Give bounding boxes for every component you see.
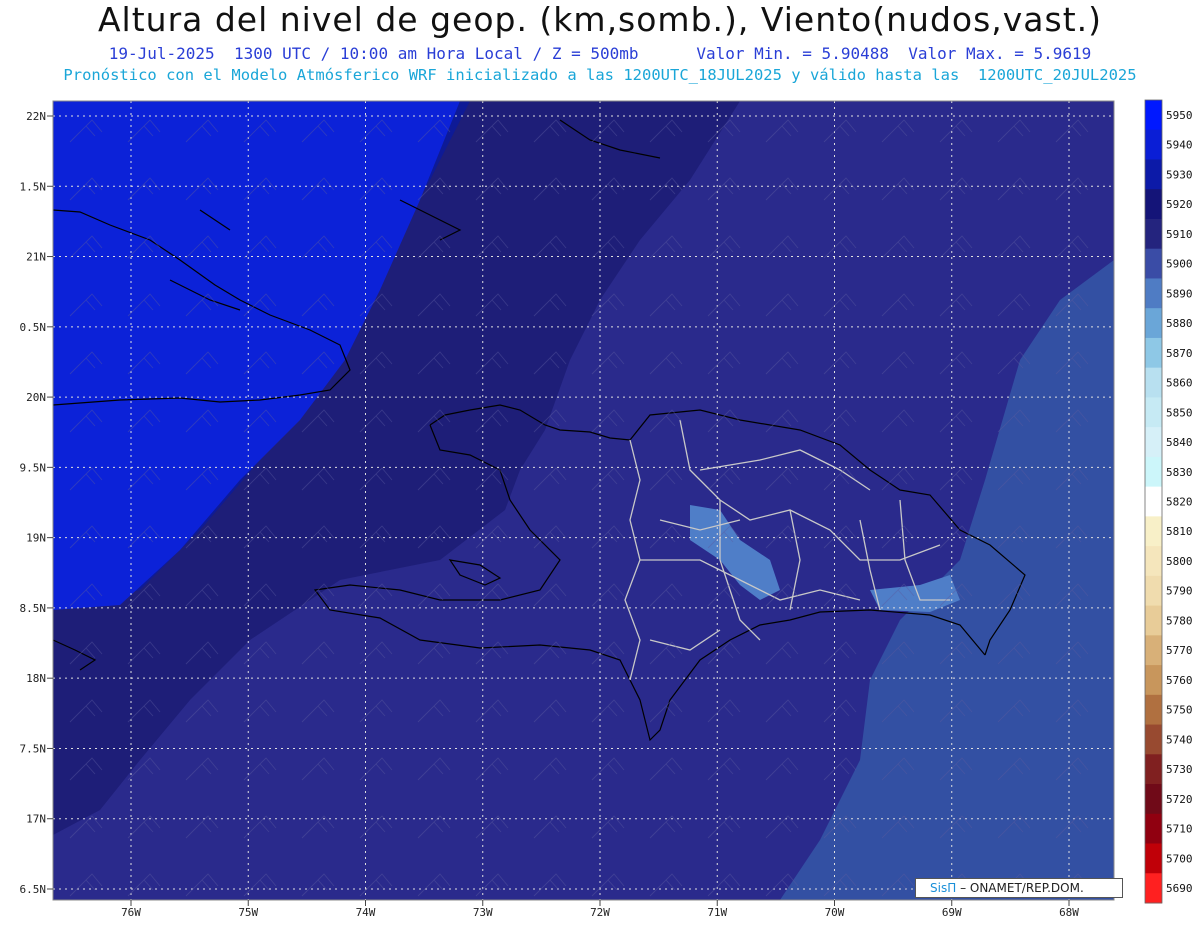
colorbar-label: 5740 bbox=[1166, 733, 1193, 746]
colorbar-swatch bbox=[1145, 784, 1162, 815]
lat-label: 1.5N bbox=[20, 180, 47, 193]
colorbar-swatch bbox=[1145, 427, 1162, 458]
colorbar-label: 5770 bbox=[1166, 644, 1193, 657]
colorbar-swatch bbox=[1145, 278, 1162, 309]
lon-label: 72W bbox=[590, 906, 610, 919]
colorbar-swatch bbox=[1145, 724, 1162, 755]
colorbar-swatch bbox=[1145, 308, 1162, 339]
colorbar-label: 5900 bbox=[1166, 258, 1193, 271]
lon-label: 73W bbox=[473, 906, 493, 919]
lat-label: 0.5N bbox=[20, 321, 47, 334]
colorbar-label: 5710 bbox=[1166, 823, 1193, 836]
geopotential-fill bbox=[53, 101, 1114, 900]
colorbar-swatch bbox=[1145, 189, 1162, 220]
credit-brand: SisΠ bbox=[930, 881, 957, 895]
colorbar-swatch bbox=[1145, 754, 1162, 785]
colorbar-label: 5940 bbox=[1166, 139, 1193, 152]
credit-box: SisΠ – ONAMET/REP.DOM. bbox=[915, 878, 1123, 898]
colorbar-swatch bbox=[1145, 218, 1162, 250]
colorbar-swatch bbox=[1145, 159, 1162, 190]
colorbar-label: 5700 bbox=[1166, 852, 1193, 865]
lon-label: 69W bbox=[942, 906, 962, 919]
colorbar-swatch bbox=[1145, 337, 1162, 369]
colorbar-label: 5850 bbox=[1166, 406, 1193, 419]
lon-label: 71W bbox=[707, 906, 727, 919]
lat-label: 7.5N bbox=[20, 742, 47, 755]
colorbar-swatch bbox=[1145, 843, 1162, 874]
lat-label: 19N bbox=[26, 532, 46, 545]
lat-label: 9.5N bbox=[20, 461, 47, 474]
colorbar-swatch bbox=[1145, 486, 1162, 517]
colorbar-label: 5760 bbox=[1166, 674, 1193, 687]
colorbar-swatch bbox=[1145, 813, 1162, 845]
colorbar-swatch bbox=[1145, 605, 1162, 636]
colorbar-label: 5820 bbox=[1166, 496, 1193, 509]
colorbar: 5950 5940 5930 5920 5910 5900 5890 5880 5870 5860… bbox=[1144, 99, 1193, 904]
lon-axis: 76W 75W 74W 73W 72W 71W 70W 69W 68W bbox=[121, 900, 1079, 919]
colorbar-swatch bbox=[1145, 694, 1162, 726]
colorbar-swatch bbox=[1145, 367, 1162, 398]
lat-label: 6.5N bbox=[20, 883, 47, 896]
colorbar-label: 5790 bbox=[1166, 585, 1193, 598]
colorbar-label: 5910 bbox=[1166, 228, 1193, 241]
colorbar-swatch bbox=[1145, 516, 1162, 547]
colorbar-label: 5780 bbox=[1166, 614, 1193, 627]
lon-label: 75W bbox=[238, 906, 258, 919]
colorbar-label: 5750 bbox=[1166, 704, 1193, 717]
colorbar-swatch bbox=[1145, 456, 1162, 488]
colorbar-label: 5810 bbox=[1166, 525, 1193, 538]
colorbar-swatch bbox=[1145, 546, 1162, 577]
colorbar-swatch bbox=[1145, 100, 1162, 131]
colorbar-swatch bbox=[1145, 397, 1162, 428]
lon-label: 68W bbox=[1059, 906, 1079, 919]
lat-label: 20N bbox=[26, 391, 46, 404]
credit-text: – ONAMET/REP.DOM. bbox=[960, 881, 1084, 895]
colorbar-label: 5800 bbox=[1166, 555, 1193, 568]
colorbar-label: 5860 bbox=[1166, 377, 1193, 390]
lon-label: 76W bbox=[121, 906, 141, 919]
colorbar-label: 5890 bbox=[1166, 287, 1193, 300]
map-canvas: 22N 1.5N 21N 0.5N 20N 9.5N 19N 8.5N 18N 7.5N 17N 6.… bbox=[20, 99, 1193, 919]
lat-label: 22N bbox=[26, 110, 46, 123]
colorbar-label: 5930 bbox=[1166, 168, 1193, 181]
colorbar-label: 5950 bbox=[1166, 109, 1193, 122]
colorbar-label: 5880 bbox=[1166, 317, 1193, 330]
lat-axis: 22N 1.5N 21N 0.5N 20N 9.5N 19N 8.5N 18N 7.5N 17N 6.… bbox=[20, 110, 53, 896]
lat-label: 21N bbox=[26, 251, 46, 264]
lat-label: 18N bbox=[26, 672, 46, 685]
colorbar-label: 5720 bbox=[1166, 793, 1193, 806]
colorbar-swatch bbox=[1145, 665, 1162, 696]
colorbar-swatch bbox=[1145, 129, 1162, 160]
colorbar-label: 5870 bbox=[1166, 347, 1193, 360]
colorbar-swatch bbox=[1145, 575, 1162, 607]
colorbar-label: 5920 bbox=[1166, 198, 1193, 211]
colorbar-label: 5730 bbox=[1166, 763, 1193, 776]
lon-label: 74W bbox=[356, 906, 376, 919]
colorbar-swatch bbox=[1145, 635, 1162, 666]
colorbar-label: 5840 bbox=[1166, 436, 1193, 449]
colorbar-swatch bbox=[1145, 248, 1162, 279]
lon-label: 70W bbox=[825, 906, 845, 919]
lat-label: 8.5N bbox=[20, 602, 47, 615]
colorbar-swatch bbox=[1145, 873, 1162, 904]
colorbar-label: 5830 bbox=[1166, 466, 1193, 479]
lat-label: 17N bbox=[26, 813, 46, 826]
colorbar-label: 5690 bbox=[1166, 882, 1193, 895]
